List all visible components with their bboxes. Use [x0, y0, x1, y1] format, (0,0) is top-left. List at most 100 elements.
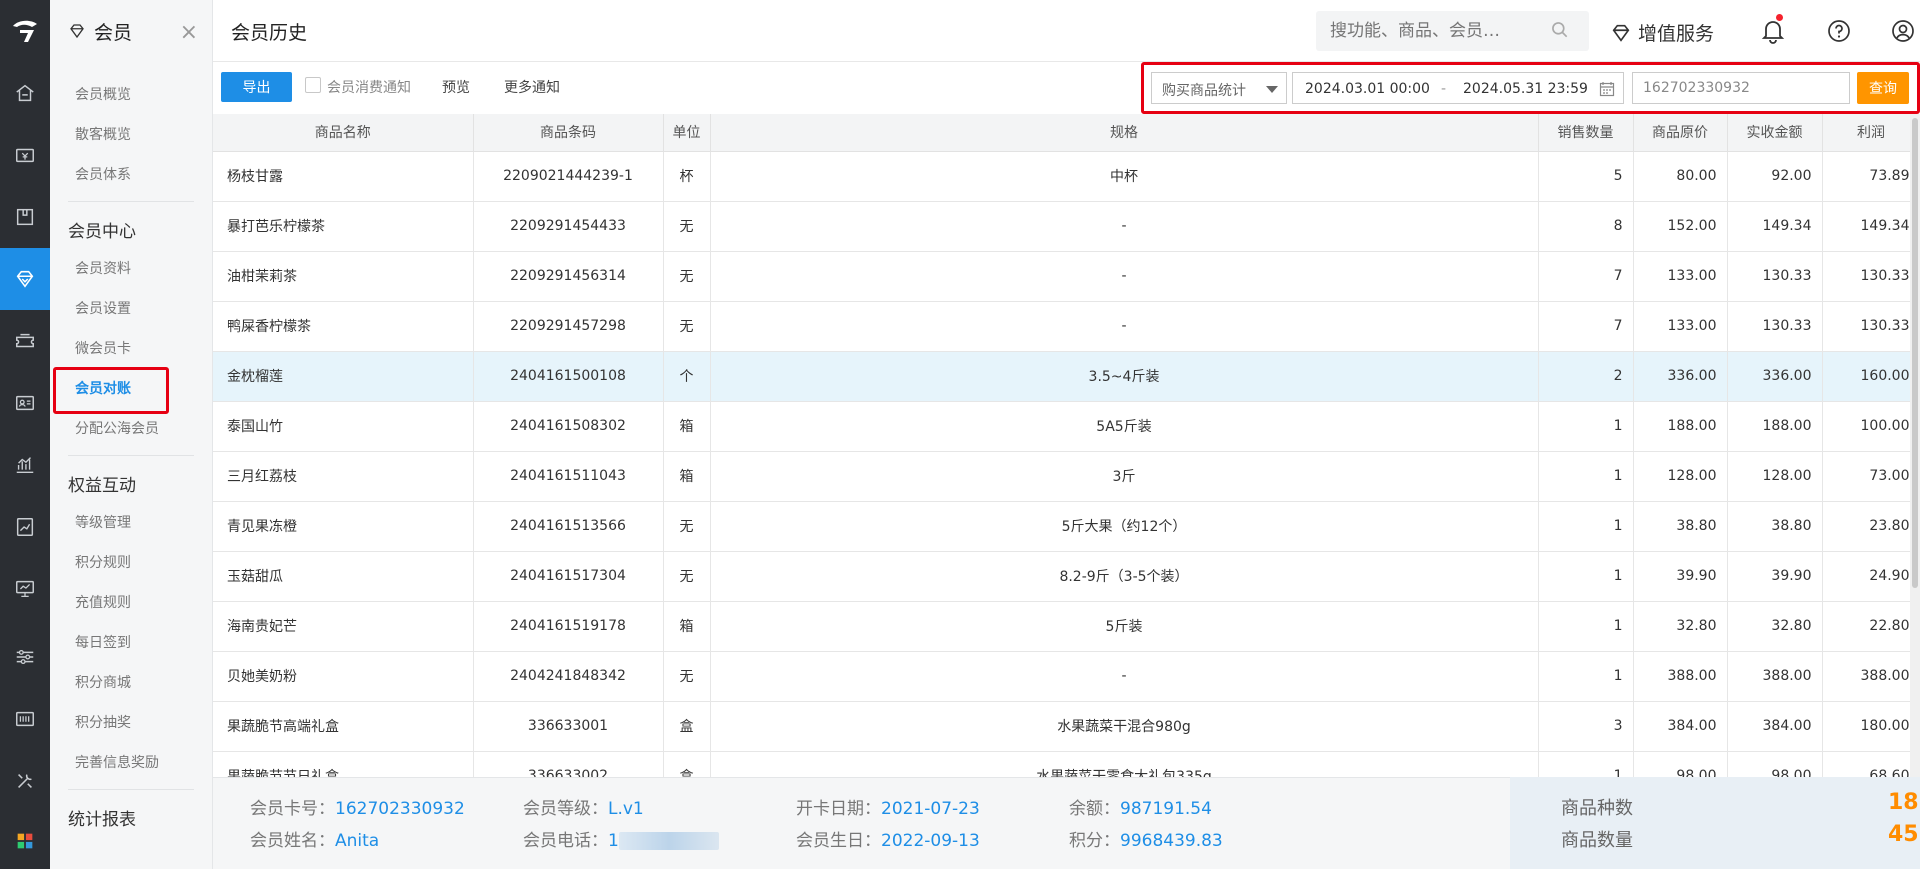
rail-analysis[interactable]	[0, 496, 50, 558]
rail-settings[interactable]	[0, 626, 50, 688]
qty-label: 商品数量	[1561, 830, 1633, 851]
table-cell: 2209291456314	[473, 251, 664, 302]
table-row[interactable]: 泰国山竹 2404161508302 箱 5A5斤装 1 188.00 188.00 100.…	[213, 401, 1920, 452]
table-row[interactable]: 杨枝甘露 2209021444239-1 杯中杯 5 80.00 92.00 73.89	[213, 151, 1920, 202]
table-cell: 133.00	[1633, 251, 1728, 302]
table-row[interactable]: 三月红荔枝 2404161511043 箱 3斤 1 128.00 128.00 73.00	[213, 451, 1920, 502]
nav-level-manage[interactable]: 等级管理	[75, 512, 131, 532]
col-header[interactable]: 商品条码	[473, 114, 664, 152]
table-cell: 130.33	[1822, 301, 1920, 352]
search-input[interactable]	[1316, 11, 1589, 51]
table-cell: 2	[1538, 351, 1634, 402]
col-header[interactable]: 利润	[1822, 114, 1920, 152]
col-header[interactable]: 规格	[710, 114, 1539, 152]
card-number-input[interactable]	[1632, 72, 1850, 104]
table-cell: 8.2-9斤（3-5个装）	[710, 551, 1539, 602]
notification-dot	[1776, 14, 1783, 21]
notify-checkbox-label[interactable]: 会员消费通知	[327, 77, 411, 97]
table-row[interactable]: 油柑茉莉茶 2209291456314 无 -7 133.00 130.33 130.33	[213, 251, 1920, 302]
export-button[interactable]: 导出	[221, 72, 292, 102]
table-cell: 23.80	[1822, 501, 1920, 552]
table-row[interactable]: 金枕榴莲 2404161500108 个 3.5~4斤装 2 336.00 336.00 16…	[213, 351, 1920, 402]
nav-points-lottery[interactable]: 积分抽奖	[75, 712, 131, 732]
birthday-info: 会员生日：2022-09-13	[796, 826, 980, 851]
phone-value: 1	[608, 831, 619, 851]
user-icon[interactable]	[1891, 19, 1915, 43]
nav-assign-pool[interactable]: 分配公海会员	[75, 418, 159, 438]
table-row[interactable]: 果蔬脆节节日礼盒 336633002 盒水果蔬菜干零食大礼包335g 1 98.00 98…	[213, 751, 1920, 777]
table-row[interactable]: 鸭屎香柠檬茶 2209291457298 无 -7 133.00 130.33 130.33	[213, 301, 1920, 352]
nav-member-system[interactable]: 会员体系	[75, 164, 131, 184]
nav-member-profile[interactable]: 会员资料	[75, 258, 131, 278]
table-cell: 73.89	[1822, 151, 1920, 202]
nav-daily-checkin[interactable]: 每日签到	[75, 632, 131, 652]
table-cell: 336.00	[1633, 351, 1728, 402]
col-header[interactable]: 商品名称	[213, 114, 474, 152]
date-end[interactable]: 2024.05.31 23:59	[1463, 81, 1588, 97]
help-icon[interactable]	[1827, 19, 1851, 43]
nav-divider	[68, 789, 194, 790]
table-cell: 油柑茉莉茶	[213, 251, 474, 302]
rail-marketing[interactable]	[0, 310, 50, 372]
date-range-picker[interactable]: 2024.03.01 00:00 - 2024.05.31 23:59	[1292, 72, 1624, 104]
table-cell: 箱	[663, 401, 711, 452]
date-start[interactable]: 2024.03.01 00:00	[1305, 81, 1430, 97]
more-notify-link[interactable]: 更多通知	[504, 77, 560, 97]
table-cell: 5斤大果（约12个）	[710, 501, 1539, 552]
col-header[interactable]: 销售数量	[1538, 114, 1634, 152]
value-added-service-link[interactable]: 增值服务	[1610, 19, 1714, 46]
table-row[interactable]: 贝她美奶粉 2404241848342 无 -1 388.00 388.00 388.00	[213, 651, 1920, 702]
app-logo[interactable]	[0, 0, 50, 62]
table-row[interactable]: 海南贵妃芒 2404161519178 箱 5斤装 1 32.80 32.80 22.80	[213, 601, 1920, 652]
col-header[interactable]: 单位	[663, 114, 711, 152]
nav-profile-reward[interactable]: 完善信息奖励	[75, 752, 159, 772]
rail-online[interactable]	[0, 558, 50, 620]
balance-value: 987191.54	[1120, 799, 1212, 819]
table-cell: 海南贵妃芒	[213, 601, 474, 652]
query-button[interactable]: 查询	[1857, 72, 1909, 104]
nav-points-rules[interactable]: 积分规则	[75, 552, 131, 572]
rail-goods[interactable]	[0, 186, 50, 248]
rail-tools[interactable]	[0, 750, 50, 812]
rail-member[interactable]	[0, 248, 50, 310]
name-info: 会员姓名：Anita	[250, 826, 379, 851]
rail-cashier[interactable]	[0, 124, 50, 186]
app-rail	[0, 0, 50, 869]
table-scroll-thumb[interactable]	[1912, 118, 1918, 588]
table-cell: 8	[1538, 201, 1634, 252]
table-row[interactable]: 青见果冻橙 2404161513566 无 5斤大果（约12个） 1 38.80 38.80…	[213, 501, 1920, 552]
table-cell: 无	[663, 201, 711, 252]
sliders-icon	[16, 649, 34, 665]
bell-icon[interactable]	[1761, 18, 1785, 44]
subnav-title: 会员	[94, 21, 133, 44]
col-header[interactable]: 商品原价	[1633, 114, 1728, 152]
nav-recharge-rules[interactable]: 充值规则	[75, 592, 131, 612]
notify-checkbox[interactable]	[305, 77, 321, 93]
table-row[interactable]: 玉菇甜瓜 2404161517304 无 8.2-9斤（3-5个装） 1 39.90 39.…	[213, 551, 1920, 602]
rail-home[interactable]	[0, 62, 50, 124]
nav-member-settings[interactable]: 会员设置	[75, 298, 131, 318]
table-cell: 盒	[663, 701, 711, 752]
rail-apps[interactable]	[0, 812, 50, 869]
calendar-icon[interactable]	[1599, 81, 1615, 97]
col-header[interactable]: 实收金额	[1727, 114, 1823, 152]
table-cell: 188.00	[1633, 401, 1728, 452]
caret-down-icon	[1266, 86, 1278, 93]
rail-report[interactable]	[0, 434, 50, 496]
nav-member-overview[interactable]: 会员概览	[75, 84, 131, 104]
search-icon[interactable]	[1550, 20, 1570, 40]
rail-device[interactable]	[0, 688, 50, 750]
kinds-label: 商品种数	[1561, 798, 1633, 819]
rail-staff[interactable]	[0, 372, 50, 434]
table-cell: 1	[1538, 401, 1634, 452]
stat-type-select[interactable]: 购买商品统计	[1151, 72, 1287, 104]
nav-points-mall[interactable]: 积分商城	[75, 672, 131, 692]
close-icon[interactable]: ×	[180, 20, 198, 45]
nav-guest-overview[interactable]: 散客概览	[75, 124, 131, 144]
table-cell: 2404161519178	[473, 601, 664, 652]
table-row[interactable]: 暴打芭乐柠檬茶 2209291454433 无 -8 152.00 149.34 149.3…	[213, 201, 1920, 252]
nav-wechat-card[interactable]: 微会员卡	[75, 338, 131, 358]
table-row[interactable]: 果蔬脆节高端礼盒 336633001 盒水果蔬菜干混合980g 3 384.00 384.…	[213, 701, 1920, 752]
preview-link[interactable]: 预览	[442, 77, 470, 97]
ticket-icon	[16, 333, 34, 348]
